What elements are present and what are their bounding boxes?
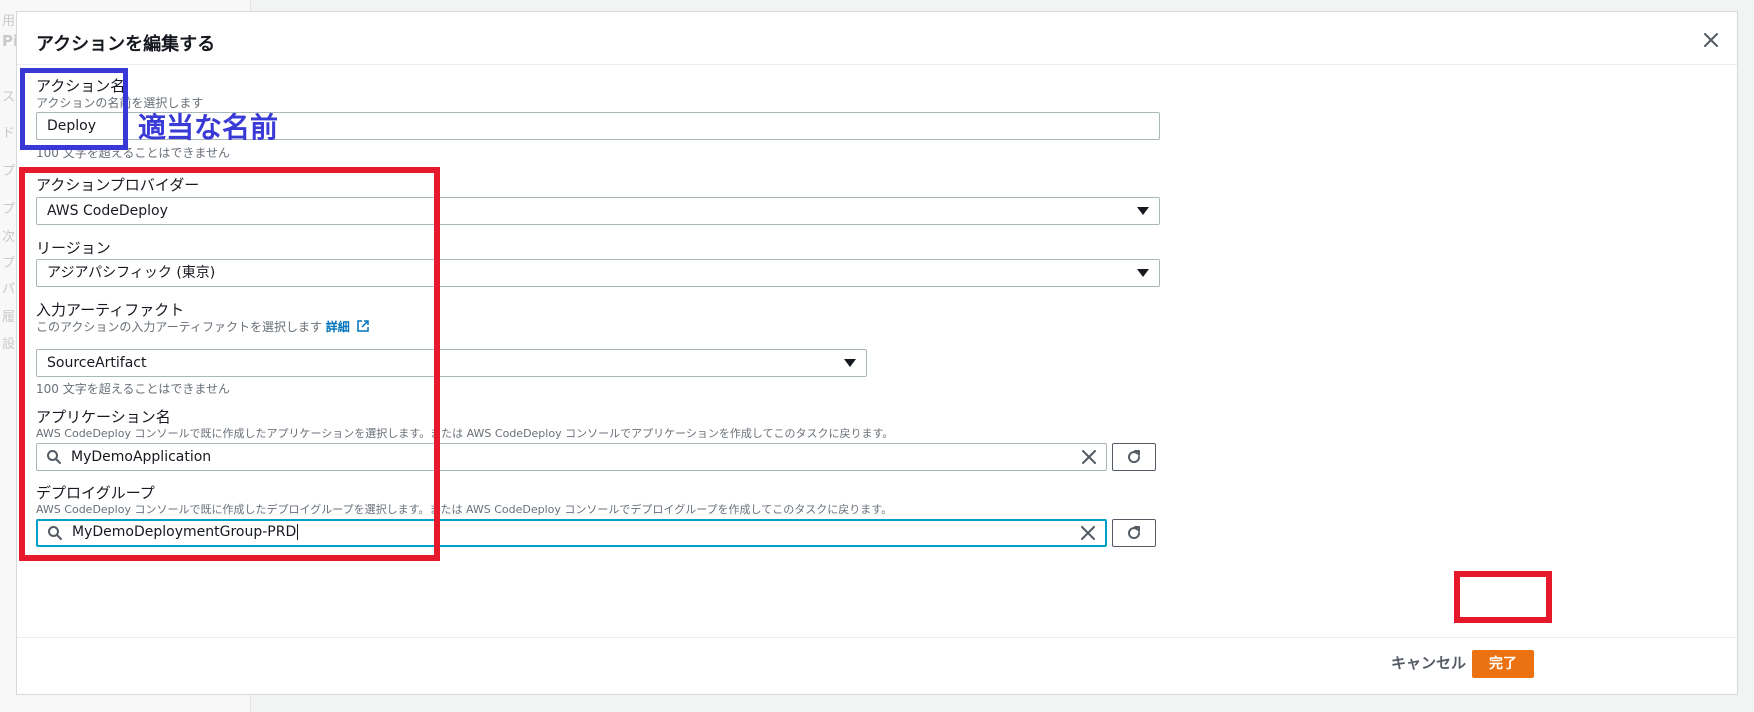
- deployment-group-refresh-button[interactable]: [1112, 519, 1156, 547]
- background-ghost-text: プ: [2, 202, 16, 217]
- annotation-red-box-done: [1454, 571, 1552, 623]
- annotation-red-box-fields: [19, 167, 440, 561]
- caret-down-icon: [1137, 269, 1149, 277]
- modal-header: アクションを編集する: [17, 12, 1737, 65]
- cancel-button[interactable]: キャンセル: [1391, 652, 1466, 673]
- done-button[interactable]: 完了: [1472, 650, 1534, 678]
- background-ghost-text: ス: [2, 90, 16, 105]
- close-button[interactable]: [1699, 28, 1723, 52]
- background-ghost-text: パ: [2, 282, 16, 297]
- background-ghost-text: ド: [2, 126, 16, 141]
- clear-icon[interactable]: [1082, 450, 1096, 464]
- application-refresh-button[interactable]: [1112, 443, 1156, 471]
- annotation-blue-box: [20, 68, 128, 150]
- background-ghost-text: プ: [2, 256, 16, 271]
- caret-down-icon: [1137, 207, 1149, 215]
- modal-footer: キャンセル 完了: [17, 637, 1737, 694]
- refresh-icon: [1128, 526, 1141, 540]
- caret-down-icon: [844, 359, 856, 367]
- background-ghost-text: 用: [2, 14, 16, 29]
- background-ghost-text: プ: [2, 164, 16, 179]
- background-ghost-text: 次: [2, 230, 16, 245]
- modal-title: アクションを編集する: [36, 34, 216, 55]
- background-ghost-text: 履: [2, 310, 16, 325]
- close-icon: [1704, 33, 1718, 47]
- refresh-icon: [1128, 450, 1141, 464]
- clear-icon[interactable]: [1081, 526, 1095, 540]
- background-ghost-text: 設: [2, 337, 16, 352]
- annotation-name-note: 適当な名前: [138, 111, 279, 144]
